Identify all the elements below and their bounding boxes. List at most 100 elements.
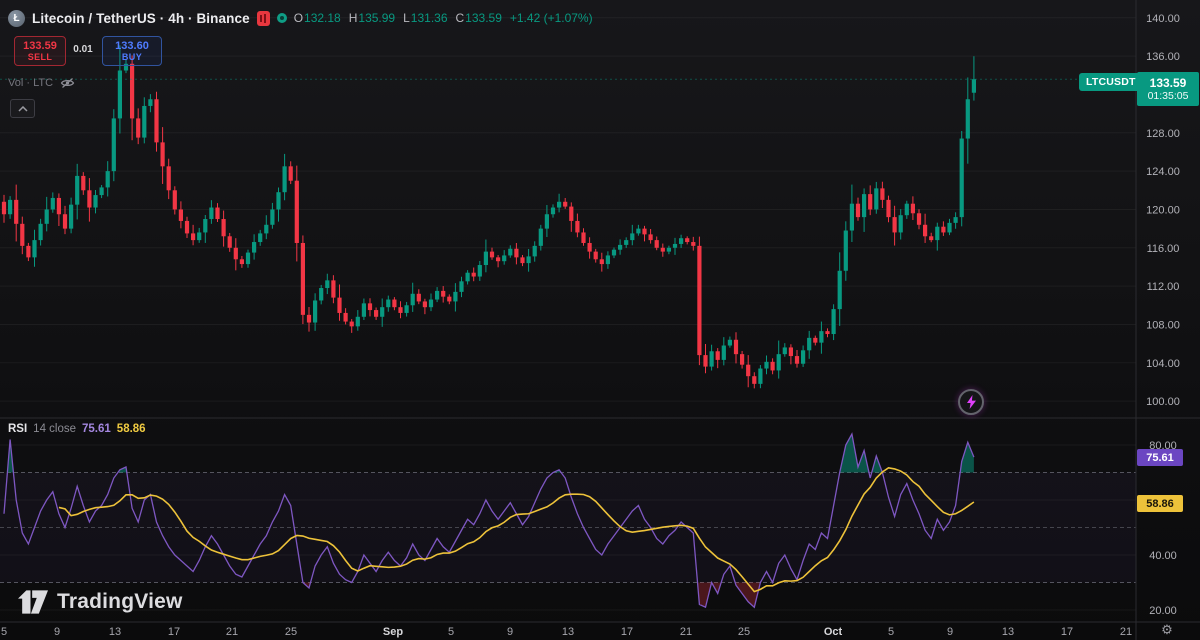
buy-button[interactable]: 133.60 BUY [102, 36, 162, 66]
candle-body [459, 281, 463, 292]
candle-body [81, 176, 85, 190]
candle-body [20, 224, 24, 246]
candle-body [472, 273, 476, 277]
eye-hidden-icon[interactable] [60, 77, 75, 89]
tradingview-watermark[interactable]: TradingView [18, 589, 183, 615]
candle-body [411, 294, 415, 305]
candle-body [496, 257, 500, 261]
candle-body [740, 354, 744, 365]
candle-body [179, 209, 183, 220]
candle-body [819, 331, 823, 342]
price-tick-label: 120.00 [1146, 204, 1180, 216]
candle-body [203, 219, 207, 232]
candle-body [838, 271, 842, 309]
candle-body [533, 246, 537, 257]
candle-body [917, 213, 921, 224]
symbol-header: Ł Litecoin / TetherUS · 4h · Binance O13… [8, 9, 593, 27]
candle-body [557, 202, 561, 208]
candle-body [301, 243, 305, 315]
candle-body [551, 208, 555, 215]
candle-body [661, 248, 665, 252]
time-tick-label[interactable]: 5 [1, 626, 7, 638]
candle-body [106, 171, 110, 187]
candle-body [764, 362, 768, 369]
time-tick-label[interactable]: 25 [738, 626, 750, 638]
candle-body [624, 240, 628, 245]
time-tick-label[interactable]: 13 [562, 626, 574, 638]
candle-body [935, 227, 939, 240]
tradingview-logo-icon [18, 589, 48, 615]
rsi-tick-label: 20.00 [1149, 605, 1177, 617]
candle-body [795, 356, 799, 364]
candle-body [716, 351, 720, 360]
bar-countdown: 01:35:05 [1148, 90, 1189, 103]
price-tick-label: 128.00 [1146, 128, 1180, 140]
time-tick-label[interactable]: 17 [168, 626, 180, 638]
candle-body [93, 195, 97, 207]
candle-body [252, 242, 256, 253]
axis-settings-gear-icon[interactable]: ⚙ [1158, 622, 1176, 638]
candle-body [209, 208, 213, 219]
time-tick-label[interactable]: Sep [383, 626, 403, 638]
candle-body [527, 256, 531, 263]
candle-body [679, 238, 683, 244]
time-tick-label[interactable]: 9 [947, 626, 953, 638]
candle-body [636, 229, 640, 234]
time-tick-label[interactable]: 5 [888, 626, 894, 638]
candle-body [539, 229, 543, 246]
candle-body [130, 64, 134, 119]
time-tick-label[interactable]: 5 [448, 626, 454, 638]
chevron-up-icon [18, 106, 28, 112]
price-tick-label: 108.00 [1146, 319, 1180, 331]
time-tick-label[interactable]: 9 [507, 626, 513, 638]
time-tick-label[interactable]: 9 [54, 626, 60, 638]
candle-body [703, 355, 707, 366]
time-tick-label[interactable]: 13 [1002, 626, 1014, 638]
sell-button[interactable]: 133.59 SELL [14, 36, 66, 66]
candle-body [734, 340, 738, 354]
pane-collapse-button[interactable] [10, 99, 35, 118]
rsi-tick-label: 40.00 [1149, 550, 1177, 562]
price-tick-label: 140.00 [1146, 13, 1180, 25]
candle-body [758, 369, 762, 384]
time-tick-label[interactable]: 17 [1061, 626, 1073, 638]
time-tick-label[interactable]: 21 [680, 626, 692, 638]
candle-body [14, 200, 18, 224]
lightning-icon [966, 395, 977, 409]
time-tick-label[interactable]: 17 [621, 626, 633, 638]
candle-body [228, 236, 232, 247]
price-tick-label: 104.00 [1146, 358, 1180, 370]
candle-body [337, 298, 341, 313]
candle-body [722, 346, 726, 360]
candle-body [325, 280, 329, 288]
candle-body [972, 79, 976, 93]
rsi-axis-badge: 75.61 [1137, 449, 1183, 466]
time-tick-label[interactable]: 13 [109, 626, 121, 638]
candle-body [947, 223, 951, 233]
ohlc-values: O132.18 H135.99 L131.36 C133.59 +1.42 (+… [294, 11, 593, 25]
candle-body [911, 204, 915, 214]
candle-body [350, 322, 354, 327]
symbol-title[interactable]: Litecoin / TetherUS · 4h · Binance [32, 11, 250, 26]
candle-body [899, 215, 903, 232]
candle-body [618, 245, 622, 250]
candle-body [484, 252, 488, 265]
time-tick-label[interactable]: 25 [285, 626, 297, 638]
candle-body [929, 236, 933, 240]
lightning-marker[interactable] [958, 389, 984, 415]
candle-body [685, 238, 689, 242]
candle-body [136, 118, 140, 137]
time-tick-label[interactable]: 21 [226, 626, 238, 638]
candle-body [825, 331, 829, 334]
candle-body [374, 310, 378, 317]
candle-body [960, 139, 964, 218]
candle-body [331, 280, 335, 297]
chart-canvas[interactable]: 140.00136.00128.00124.00120.00116.00112.… [0, 0, 1200, 640]
time-tick-label[interactable]: 21 [1120, 626, 1132, 638]
candle-body [276, 192, 280, 209]
candle-body [307, 315, 311, 323]
rsi-ma-value: 58.86 [117, 423, 146, 435]
candle-body [100, 187, 104, 195]
candle-body [691, 242, 695, 246]
time-tick-label[interactable]: Oct [824, 626, 843, 638]
